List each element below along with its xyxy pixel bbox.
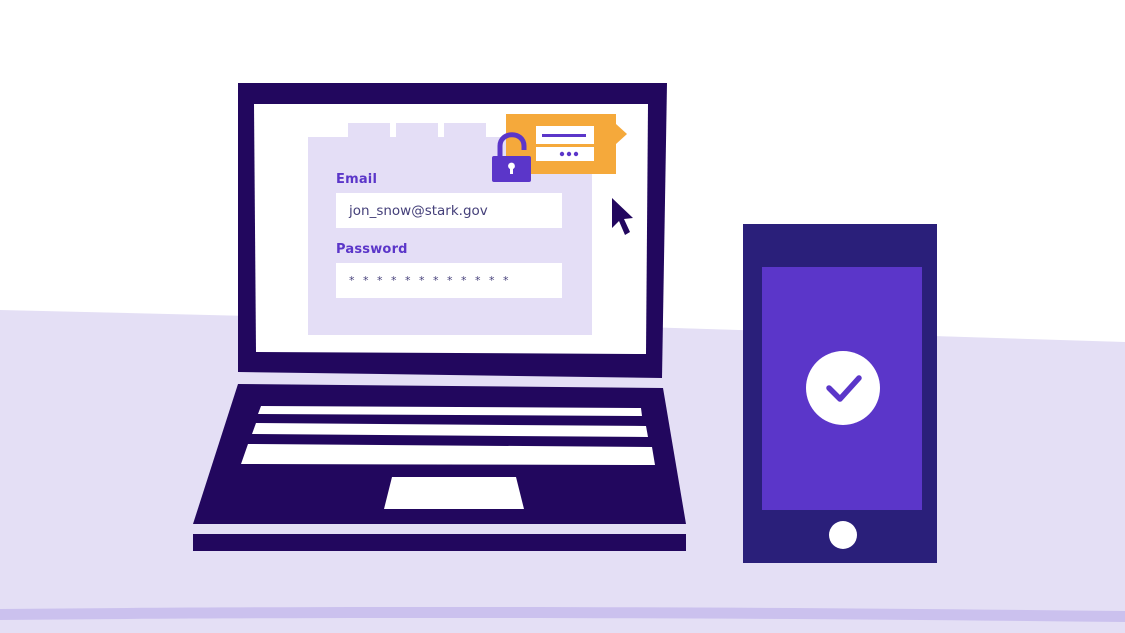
keyboard-row <box>241 444 655 465</box>
home-button-icon[interactable] <box>829 521 857 549</box>
form-tab <box>396 123 438 139</box>
checkmark-circle-icon <box>806 351 880 425</box>
illustration-scene <box>0 83 1125 633</box>
smartphone <box>743 224 937 563</box>
laptop <box>193 83 686 551</box>
laptop-trackpad <box>384 477 524 509</box>
laptop-base-lip <box>193 534 686 551</box>
form-tab <box>444 123 486 139</box>
form-tab <box>348 123 390 139</box>
password-label: Password <box>336 242 408 257</box>
email-label: Email <box>336 172 378 187</box>
email-field[interactable]: jon_snow@stark.gov <box>336 193 562 228</box>
password-field[interactable]: * * * * * * * * * * * * <box>336 263 562 298</box>
